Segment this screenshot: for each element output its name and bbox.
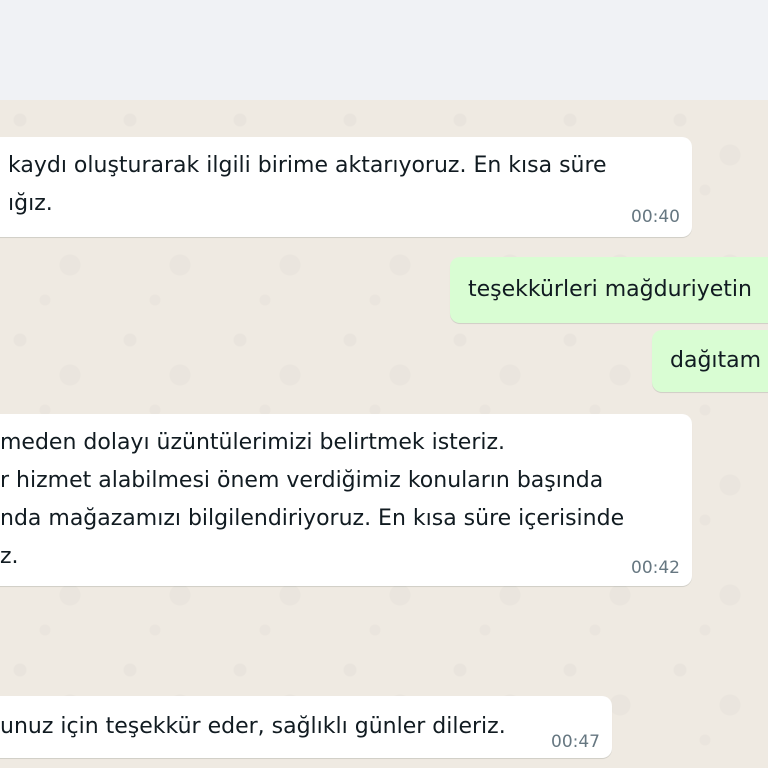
outgoing-message[interactable]: dağıtam	[652, 330, 768, 392]
message-time: 00:47	[551, 732, 600, 752]
message-text-line: r hizmet alabilmesi önem verdiğimiz konu…	[0, 468, 604, 493]
message-text-line: meden dolayı üzüntülerimizi belirtmek is…	[0, 430, 506, 455]
message-text-line: unuz için teşekkür eder, sağlıklı günler…	[0, 714, 506, 739]
message-text-line: z.	[0, 544, 19, 569]
incoming-message[interactable]: unuz için teşekkür eder, sağlıklı günler…	[0, 696, 612, 758]
message-time: 00:42	[631, 558, 680, 578]
message-text-line: nda mağazamızı bilgilendiriyoruz. En kıs…	[0, 506, 625, 531]
message-text-line: kaydı oluşturarak ilgili birime aktarıyo…	[8, 153, 607, 178]
message-text-line: teşekkürleri mağduriyetin	[468, 277, 752, 302]
chat-header	[0, 0, 768, 100]
chat-panel: kaydı oluşturarak ilgili birime aktarıyo…	[0, 100, 768, 768]
incoming-message[interactable]: meden dolayı üzüntülerimizi belirtmek is…	[0, 414, 692, 586]
message-time: 00:40	[631, 207, 680, 227]
incoming-message[interactable]: kaydı oluşturarak ilgili birime aktarıyo…	[0, 137, 692, 237]
message-text-line: dağıtam	[670, 348, 762, 373]
message-text-line: ığız.	[8, 191, 53, 216]
outgoing-message[interactable]: teşekkürleri mağduriyetin	[450, 257, 768, 323]
